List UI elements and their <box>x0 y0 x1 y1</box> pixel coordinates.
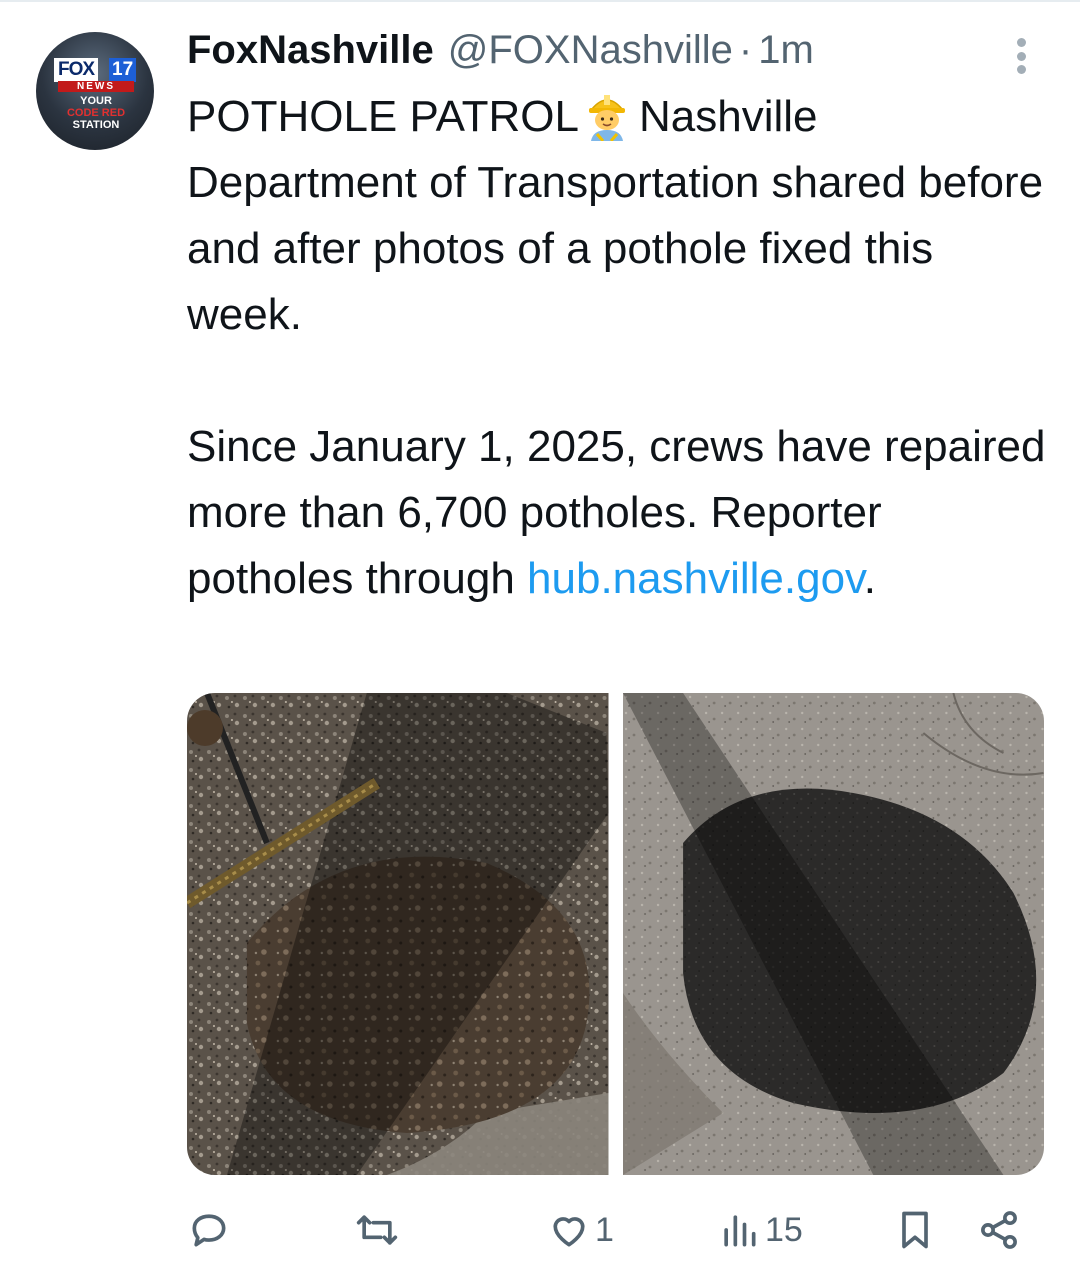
tweet-text: POTHOLE PATROL Nashville Department of T… <box>187 84 1047 612</box>
pothole-before-photo[interactable] <box>187 693 609 1175</box>
views-icon <box>724 1215 756 1247</box>
tweet-actions: 1 15 <box>187 1200 1037 1260</box>
logo-tagline-1: YOUR <box>80 95 112 107</box>
share-button[interactable] <box>977 1200 1021 1260</box>
heart-icon <box>553 1217 585 1247</box>
logo-tagline-2: CODE RED <box>66 107 126 119</box>
more-options-icon[interactable] <box>1006 34 1036 78</box>
reply-button[interactable] <box>187 1200 235 1260</box>
logo-brand: FOX <box>54 58 99 82</box>
logo-news: NEWS <box>58 81 134 92</box>
reply-icon <box>192 1214 226 1247</box>
logo-channel: 17 <box>109 58 137 82</box>
like-count: 1 <box>595 1210 614 1249</box>
avatar[interactable]: FOX 17 NEWS YOUR CODE RED STATION <box>36 32 154 150</box>
fox17-logo: FOX 17 NEWS YOUR CODE RED STATION <box>36 32 154 150</box>
top-divider <box>0 0 1080 2</box>
separator-dot: · <box>738 28 753 72</box>
hub-nashville-link[interactable]: hub.nashville.gov <box>527 554 864 603</box>
views-button[interactable]: 15 <box>717 1200 803 1260</box>
handle[interactable]: @FOXNashville <box>448 28 733 73</box>
tweet-paragraph-2: Since January 1, 2025, crews have repair… <box>187 414 1047 612</box>
tweet-text-trailing: . <box>863 554 877 603</box>
bookmark-icon <box>902 1211 928 1249</box>
tweet-text-headline: POTHOLE PATROL <box>187 92 580 141</box>
construction-worker-icon <box>583 89 631 142</box>
logo-tagline-3: STATION <box>72 119 120 131</box>
bookmark-button[interactable] <box>893 1200 937 1260</box>
pothole-after-photo[interactable] <box>622 693 1044 1175</box>
tweet-paragraph-1: POTHOLE PATROL Nashville Department of T… <box>187 84 1047 348</box>
tweet-header: FoxNashville @FOXNashville · 1m <box>187 28 814 76</box>
retweet-button[interactable] <box>355 1200 403 1260</box>
media-grid <box>187 693 1044 1175</box>
retweet-icon <box>356 1215 398 1245</box>
timestamp[interactable]: 1m <box>758 28 814 73</box>
views-count: 15 <box>765 1210 803 1249</box>
display-name[interactable]: FoxNashville <box>187 28 434 73</box>
share-icon <box>981 1211 1017 1249</box>
like-button[interactable]: 1 <box>547 1200 614 1260</box>
